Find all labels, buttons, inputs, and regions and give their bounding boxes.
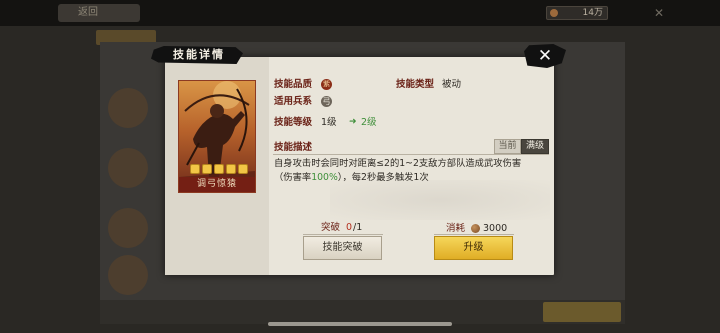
background-avatar — [108, 88, 148, 128]
breakthrough-current: 0 — [346, 222, 353, 233]
skill-type-label: 技能类型 — [396, 79, 435, 90]
description-divider — [273, 154, 549, 155]
ink-mist-decoration — [330, 180, 550, 220]
star-icon — [202, 164, 212, 174]
tab-current-level[interactable]: 当前 — [494, 139, 521, 154]
star-icon — [238, 164, 248, 174]
dialog-title: 技能详情 — [173, 48, 225, 61]
archer-general-illustration — [179, 81, 255, 192]
star-icon — [214, 164, 224, 174]
troop-type-icon: 弓 — [321, 96, 332, 107]
skill-description-text: 自身攻击时会同时对距离≤2的1~2支敌方部队造成武攻伤害 （伤害率100%），每… — [274, 157, 550, 184]
damage-rate-value: 100% — [311, 171, 338, 183]
description-line-1: 自身攻击时会同时对距离≤2的1~2支敌方部队造成武攻伤害 — [274, 158, 522, 169]
skill-type-value: 被动 — [442, 79, 462, 90]
copper-coin-icon — [471, 224, 480, 233]
breakthrough-divider — [303, 234, 383, 235]
level-up-arrow-icon: ➜ — [349, 117, 357, 127]
close-button[interactable]: ✕ — [531, 45, 559, 67]
background-resource-counter: 14万 — [546, 6, 608, 20]
star-icon — [226, 164, 236, 174]
background-back-button: 返回 — [58, 4, 140, 22]
breakthrough-label: 突破 — [321, 222, 341, 233]
cost-divider — [434, 234, 514, 235]
description-line-2: （伤害率100%），每2秒最多触发1次 — [274, 171, 550, 185]
background-avatar — [108, 148, 148, 188]
star-icon — [190, 164, 200, 174]
tab-max-level[interactable]: 满级 — [521, 139, 549, 154]
quality-badge-icon: 紫 — [321, 79, 332, 90]
troop-type-label: 适用兵系 — [274, 96, 313, 107]
background-close-icon: ✕ — [653, 6, 665, 20]
description-line-2-prefix: （伤害率 — [274, 171, 312, 183]
skill-level-label: 技能等级 — [274, 117, 313, 128]
skill-name: 调弓惊猿 — [196, 179, 237, 189]
skill-description-label: 技能描述 — [274, 142, 313, 153]
skill-level-value: 1级 — [321, 117, 337, 128]
background-avatar — [108, 255, 148, 295]
skill-breakthrough-button[interactable]: 技能突破 — [303, 236, 382, 260]
next-level-value: 2级 — [361, 117, 377, 128]
background-resource-value: 14万 — [582, 8, 603, 18]
skill-quality-label: 技能品质 — [274, 79, 313, 90]
upgrade-button[interactable]: 升级 — [434, 236, 513, 260]
description-line-2-suffix: ），每2秒最多触发1次 — [337, 171, 429, 183]
home-indicator[interactable] — [268, 322, 452, 326]
background-avatar — [108, 208, 148, 248]
background-bottom-button — [543, 302, 621, 322]
breakthrough-total: /1 — [353, 222, 363, 233]
coin-icon — [550, 9, 558, 17]
